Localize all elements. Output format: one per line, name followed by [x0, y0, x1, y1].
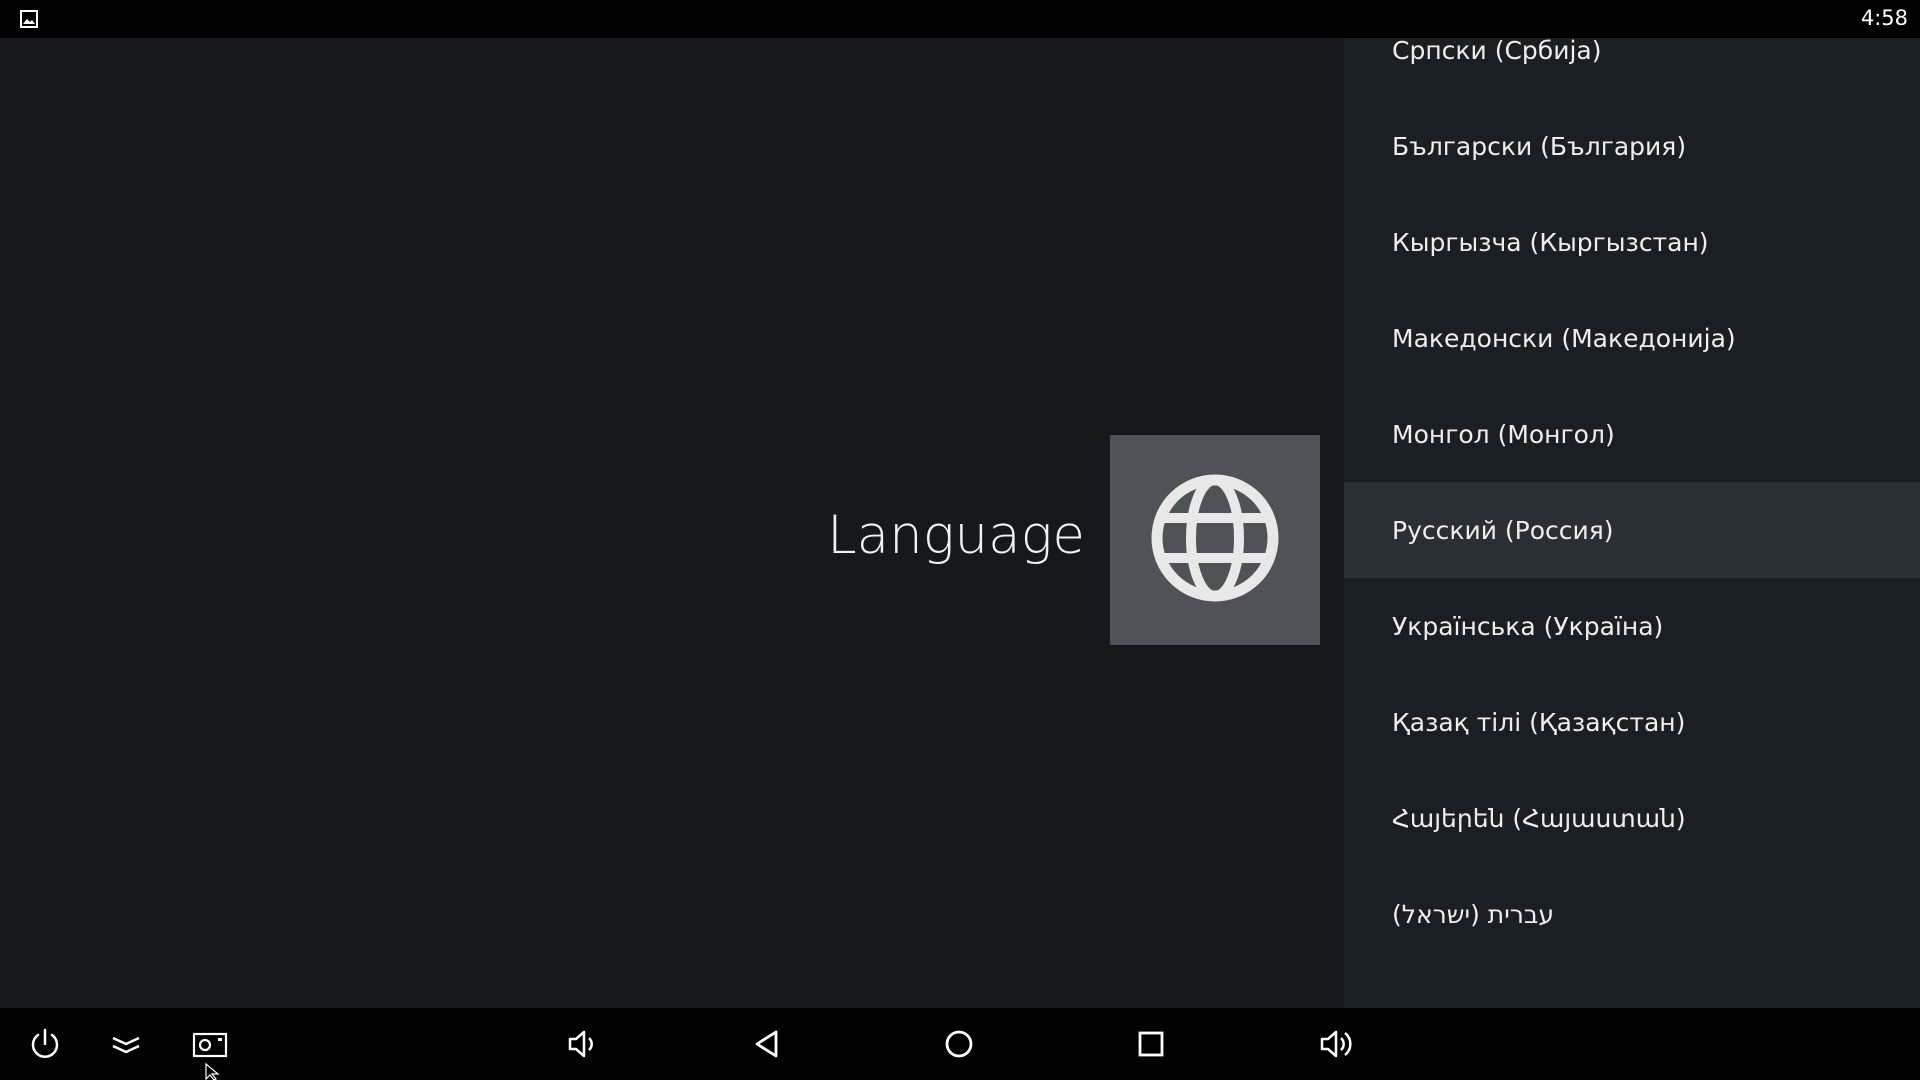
list-item-1[interactable]: Български (България) — [1344, 98, 1920, 194]
page-title: Language — [827, 505, 1085, 566]
list-item-label: Монгол (Монгол) — [1392, 419, 1615, 449]
screenshot-icon — [191, 1026, 229, 1062]
globe-icon — [1150, 473, 1280, 607]
list-item-label: Кыргызча (Кыргызстан) — [1392, 227, 1709, 257]
recents-button[interactable] — [1127, 1020, 1175, 1068]
back-icon — [749, 1026, 785, 1062]
screen: 4:58 Language Српски (Србија) Български … — [0, 0, 1920, 1080]
screenshot-button[interactable] — [186, 1020, 234, 1068]
navigation-bar — [0, 1008, 1920, 1080]
list-item-8[interactable]: Հայերեն (Հայաստան) — [1344, 770, 1920, 866]
list-item-label: Български (България) — [1392, 131, 1687, 161]
list-item-5-selected[interactable]: Русский (Россия) — [1344, 482, 1920, 578]
status-clock: 4:58 — [1860, 6, 1908, 30]
list-item-label: Русский (Россия) — [1392, 515, 1614, 545]
list-item-label: Қазақ тілі (Қазақстан) — [1392, 707, 1686, 737]
volume-down-button[interactable] — [558, 1020, 606, 1068]
list-item-label: Македонски (Македонија) — [1392, 323, 1736, 353]
list-item-2[interactable]: Кыргызча (Кыргызстан) — [1344, 194, 1920, 290]
collapse-button[interactable] — [102, 1020, 150, 1068]
volume-up-button[interactable] — [1313, 1020, 1361, 1068]
home-button[interactable] — [935, 1020, 983, 1068]
list-item-0[interactable]: Српски (Србија) — [1344, 38, 1920, 98]
power-icon — [27, 1026, 63, 1062]
back-button[interactable] — [743, 1020, 791, 1068]
volume-down-icon — [564, 1026, 600, 1062]
status-bar: 4:58 — [0, 0, 1920, 38]
list-item-label: Հայերեն (Հայաստան) — [1392, 803, 1686, 833]
list-item-9[interactable]: עברית (ישראל) — [1344, 866, 1920, 962]
collapse-icon — [108, 1026, 144, 1062]
gallery-icon — [20, 10, 38, 28]
recents-icon — [1133, 1026, 1169, 1062]
mouse-cursor-icon — [205, 1062, 223, 1080]
home-icon — [941, 1026, 977, 1062]
power-button[interactable] — [21, 1020, 69, 1068]
list-item-4[interactable]: Монгол (Монгол) — [1344, 386, 1920, 482]
list-item-label: Українська (Україна) — [1392, 611, 1664, 641]
list-item-label: Српски (Србија) — [1392, 38, 1602, 65]
language-list[interactable]: Српски (Србија) Български (България) Кыр… — [1344, 38, 1920, 1008]
list-item-label: עברית (ישראל) — [1392, 899, 1555, 929]
header-icon-tile — [1110, 435, 1320, 645]
volume-up-icon — [1318, 1026, 1356, 1062]
list-item-3[interactable]: Македонски (Македонија) — [1344, 290, 1920, 386]
list-item-7[interactable]: Қазақ тілі (Қазақстан) — [1344, 674, 1920, 770]
list-item-6[interactable]: Українська (Україна) — [1344, 578, 1920, 674]
